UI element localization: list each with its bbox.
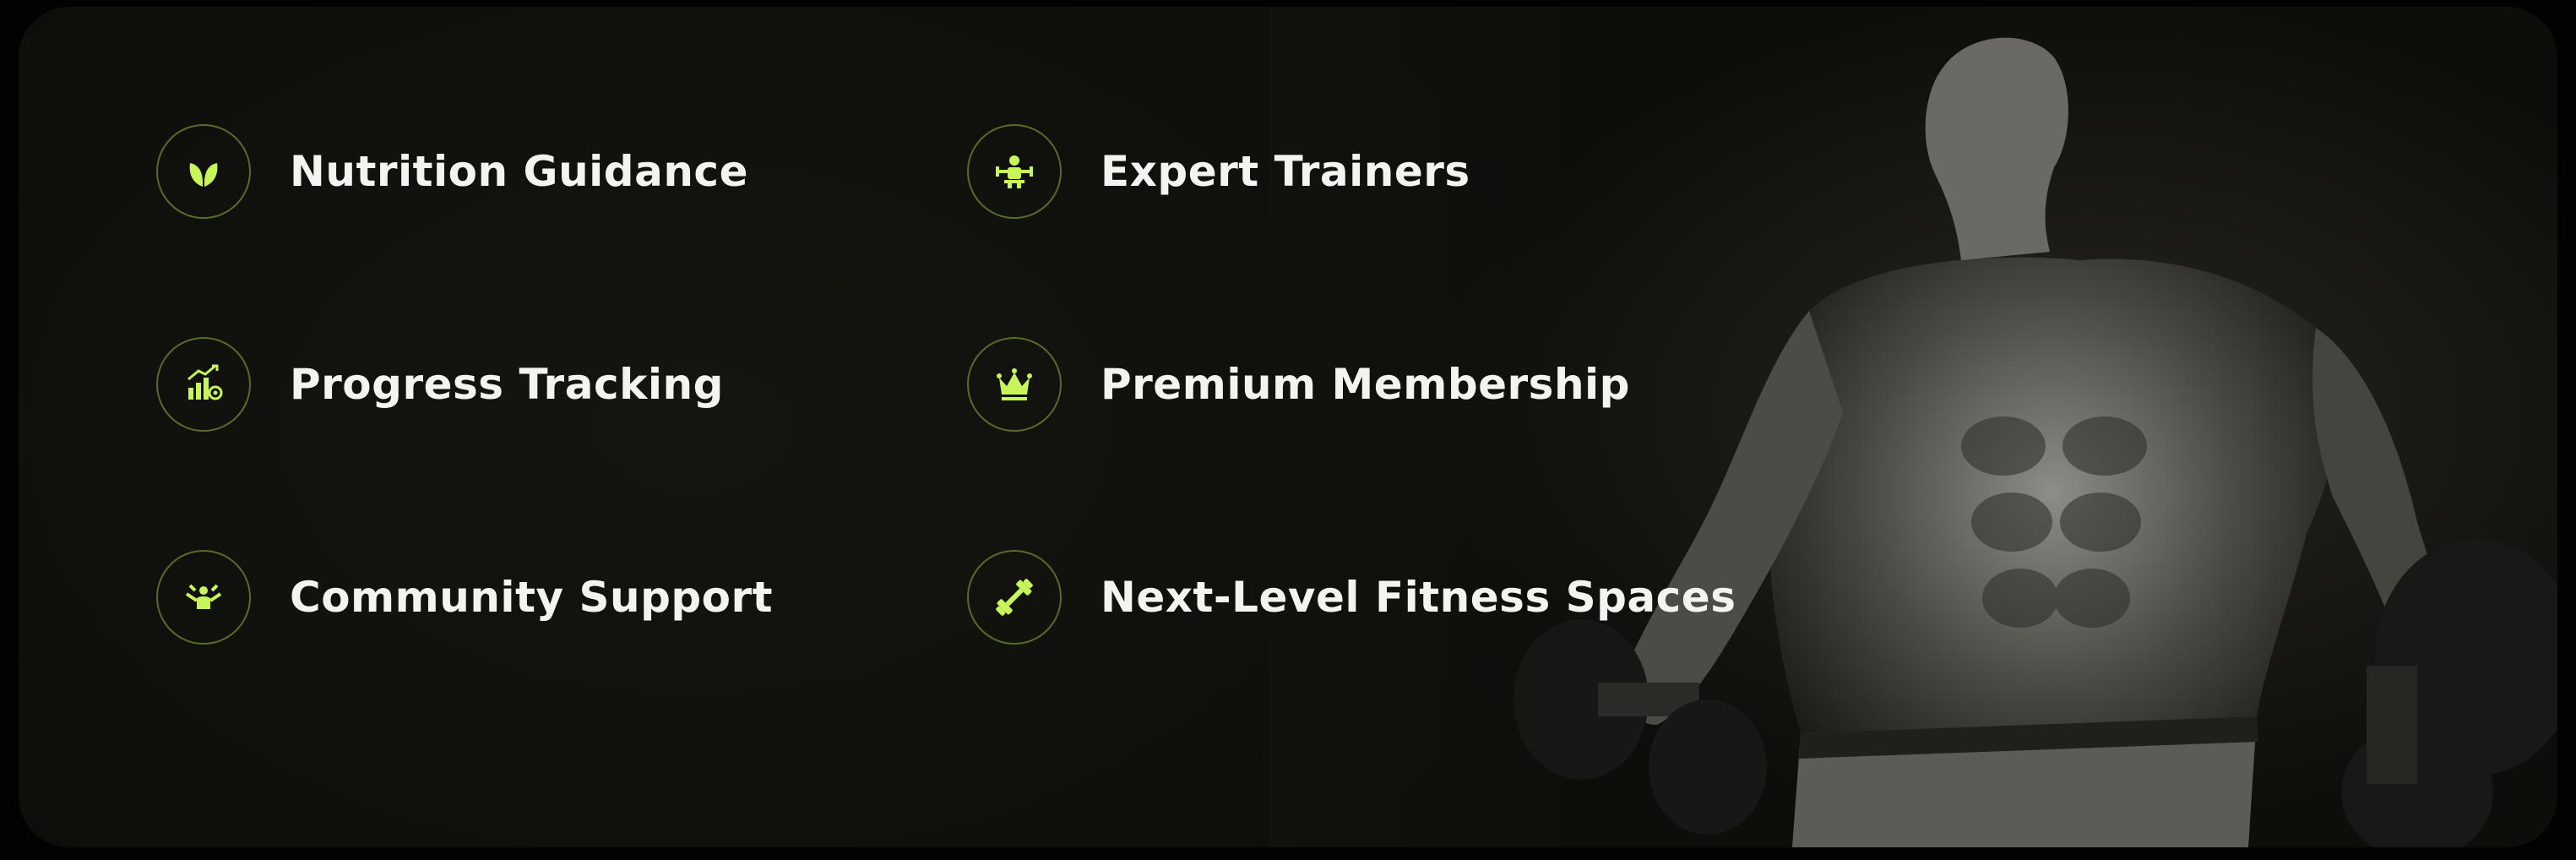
feature-nutrition-guidance: Nutrition Guidance <box>156 121 748 222</box>
crown-icon <box>967 337 1062 432</box>
feature-community-support: Community Support <box>156 547 773 648</box>
feature-label: Nutrition Guidance <box>290 147 748 196</box>
feature-label: Progress Tracking <box>290 360 724 409</box>
feature-next-level-fitness-spaces: Next-Level Fitness Spaces <box>967 547 1736 648</box>
feature-label: Next-Level Fitness Spaces <box>1101 573 1736 622</box>
feature-premium-membership: Premium Membership <box>967 334 1630 435</box>
dumbbell-icon <box>967 550 1062 645</box>
feature-progress-tracking: Progress Tracking <box>156 334 724 435</box>
progress-chart-icon <box>156 337 251 432</box>
trainer-icon <box>967 124 1062 219</box>
feature-label: Community Support <box>290 573 774 622</box>
feature-expert-trainers: Expert Trainers <box>967 121 1470 222</box>
feature-label: Premium Membership <box>1101 360 1630 409</box>
leaf-icon <box>156 124 251 219</box>
features-card: Nutrition Guidance Expert Trainers Progr… <box>19 7 2557 847</box>
feature-label: Expert Trainers <box>1101 147 1470 196</box>
community-icon <box>156 550 251 645</box>
